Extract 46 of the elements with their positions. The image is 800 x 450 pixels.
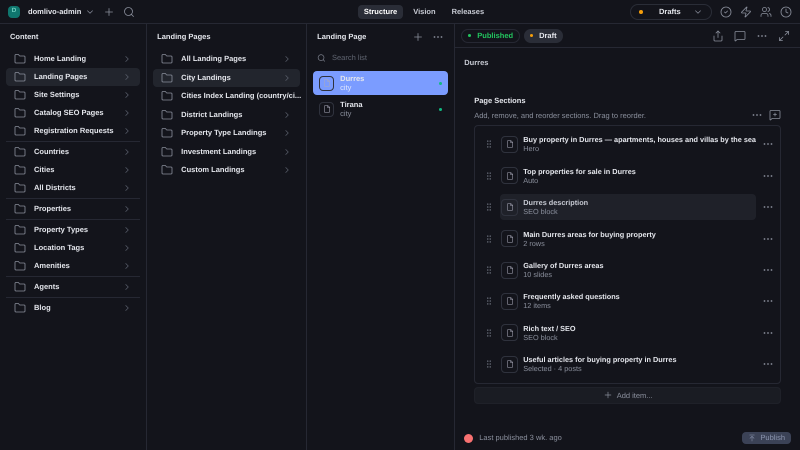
- folder-icon: [14, 302, 26, 314]
- folder-icon: [14, 203, 26, 215]
- folder-icon: [161, 53, 174, 65]
- folder-icon: [161, 108, 174, 120]
- lightning-icon[interactable]: [740, 6, 752, 18]
- expand-icon[interactable]: [778, 30, 790, 42]
- clock-icon[interactable]: [780, 6, 792, 18]
- folder-icon: [14, 53, 26, 65]
- folder-icon: [161, 127, 174, 139]
- document-icon: [501, 198, 518, 216]
- folder-icon: [161, 146, 174, 158]
- folder-icon: [14, 164, 26, 176]
- folder-icon: [14, 107, 26, 119]
- document-icon: [501, 262, 518, 278]
- add-comment-icon[interactable]: [769, 108, 781, 121]
- document-icon: [501, 230, 518, 248]
- folder-icon: [14, 71, 26, 83]
- search-icon[interactable]: [123, 6, 136, 18]
- document-icon: [319, 102, 334, 116]
- plus-icon[interactable]: [103, 6, 116, 18]
- plus-icon[interactable]: [412, 31, 424, 43]
- document-icon: [501, 356, 518, 373]
- search-icon: [317, 53, 326, 63]
- comment-icon[interactable]: [734, 30, 746, 42]
- document-icon: [501, 292, 518, 310]
- folder-icon: [14, 146, 26, 158]
- folder-icon: [14, 224, 26, 236]
- folder-icon: [161, 90, 174, 102]
- plus-icon: [602, 390, 613, 400]
- avatar: [464, 434, 474, 442]
- folder-icon: [161, 72, 174, 84]
- publish-icon: [748, 434, 756, 442]
- check-circle-icon[interactable]: [720, 6, 732, 18]
- document-icon: [319, 76, 334, 90]
- folder-icon: [14, 89, 26, 101]
- document-icon: [501, 136, 518, 153]
- folder-icon: [14, 242, 26, 254]
- folder-icon: [14, 182, 26, 194]
- document-icon: [501, 324, 518, 342]
- folder-icon: [14, 260, 26, 272]
- folder-icon: [14, 125, 26, 137]
- share-icon[interactable]: [712, 30, 724, 42]
- users-icon[interactable]: [760, 6, 772, 18]
- folder-icon: [14, 281, 26, 293]
- document-icon: [501, 167, 518, 184]
- folder-icon: [161, 164, 174, 176]
